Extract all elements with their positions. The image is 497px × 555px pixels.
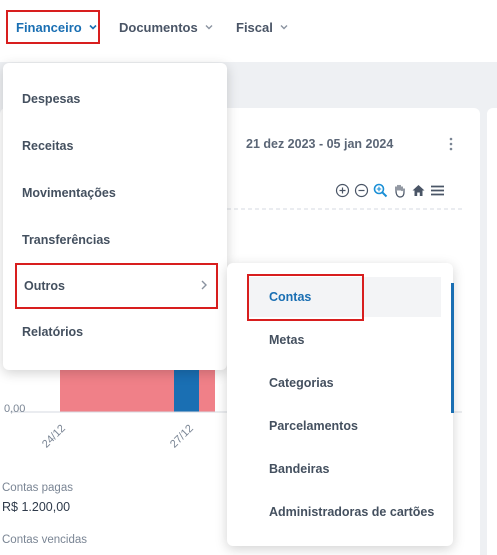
nav-fiscal[interactable]: Fiscal (236, 10, 289, 44)
submenu-item-metas[interactable]: Metas (227, 325, 453, 355)
submenu-item-label: Administradoras de cartões (269, 505, 435, 519)
chevron-down-icon (205, 25, 213, 30)
submenu-item-parcelamentos[interactable]: Parcelamentos (227, 411, 453, 441)
side-card (487, 108, 497, 555)
pan-hand-icon[interactable] (391, 182, 408, 199)
more-options-icon[interactable] (447, 136, 455, 152)
submenu-item-label: Parcelamentos (269, 419, 358, 433)
menu-item-movimentacoes[interactable]: Movimentações (3, 178, 227, 208)
menu-item-relatorios[interactable]: Relatórios (3, 317, 227, 347)
paid-accounts-label: Contas pagas (2, 482, 73, 494)
nav-documentos[interactable]: Documentos (119, 10, 214, 44)
menu-item-label: Receitas (22, 139, 74, 153)
zoom-in-icon[interactable] (334, 182, 351, 199)
submenu-item-label: Bandeiras (269, 462, 330, 476)
menu-item-label: Despesas (22, 92, 81, 106)
submenu-item-label: Categorias (269, 376, 334, 390)
chevron-right-icon (201, 280, 207, 290)
nav-financeiro-label: Financeiro (16, 19, 82, 35)
zoom-out-icon[interactable] (353, 182, 370, 199)
menu-item-receitas[interactable]: Receitas (3, 131, 227, 161)
nav-documentos-label: Documentos (119, 19, 198, 35)
submenu-item-bandeiras[interactable]: Bandeiras (227, 454, 453, 484)
menu-item-label: Outros (24, 279, 65, 293)
date-range[interactable]: 21 dez 2023 - 05 jan 2024 (246, 137, 393, 151)
nav-fiscal-label: Fiscal (236, 19, 273, 35)
chevron-down-icon (89, 24, 97, 30)
chart-toolbar (334, 182, 446, 199)
chevron-down-icon (280, 25, 288, 30)
top-nav-bar: Financeiro Documentos Fiscal (0, 0, 497, 62)
magnifier-icon[interactable] (372, 182, 389, 199)
financeiro-dropdown: Despesas Receitas Movimentações Transfer… (3, 63, 227, 370)
overdue-accounts-label: Contas vencidas (2, 534, 88, 546)
menu-item-label: Relatórios (22, 325, 84, 339)
menu-item-despesas[interactable]: Despesas (3, 84, 227, 114)
menu-item-label: Transferências (22, 233, 111, 247)
home-icon[interactable] (410, 182, 427, 199)
menu-item-transferencias[interactable]: Transferências (3, 225, 227, 255)
y-tick-label: 0,00 (4, 403, 26, 415)
submenu-item-label: Metas (269, 333, 305, 347)
paid-accounts-value: R$ 1.200,00 (2, 500, 71, 514)
nav-financeiro[interactable]: Financeiro (6, 10, 100, 44)
menu-item-outros[interactable]: Outros (15, 263, 218, 309)
scroll-indicator (451, 283, 454, 413)
submenu-item-categorias[interactable]: Categorias (227, 368, 453, 398)
submenu-item-administradoras[interactable]: Administradoras de cartões (227, 497, 453, 527)
menu-item-label: Movimentações (22, 186, 116, 200)
menu-icon[interactable] (429, 182, 446, 199)
contas-highlight-box (247, 274, 364, 321)
